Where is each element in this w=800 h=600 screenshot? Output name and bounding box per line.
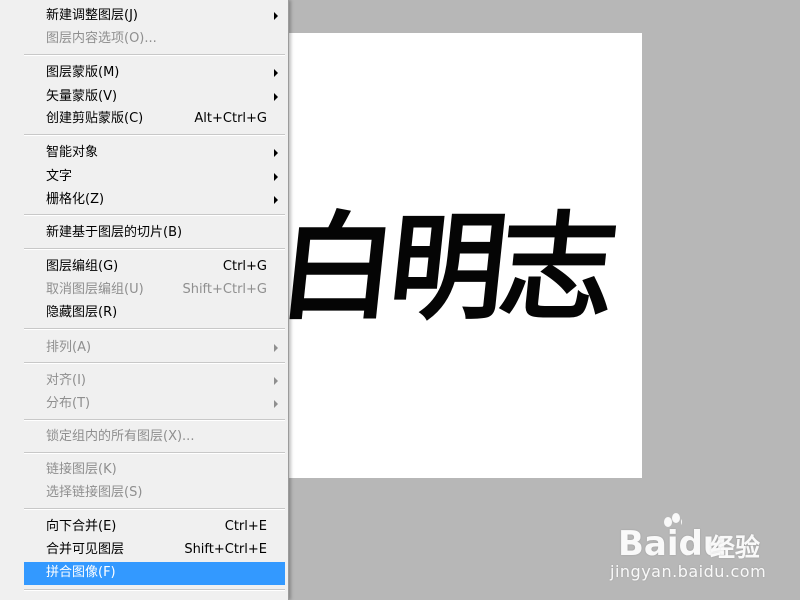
menu-separator: [24, 362, 285, 364]
submenu-arrow-icon: [274, 173, 278, 181]
menu-separator: [24, 419, 285, 421]
menu-separator: [24, 452, 285, 454]
menu-item-create-clipping-mask[interactable]: 创建剪贴蒙版(C) Alt+Ctrl+G: [24, 108, 285, 130]
submenu-arrow-icon: [274, 344, 278, 352]
menu-item-new-layer-based-slice[interactable]: 新建基于图层的切片(B): [24, 222, 285, 244]
menu-item-smart-object[interactable]: 智能对象: [24, 142, 285, 164]
menu-icon-gutter: [0, 0, 24, 600]
menu-item-merge-down[interactable]: 向下合并(E) Ctrl+E: [24, 516, 285, 538]
submenu-arrow-icon: [274, 12, 278, 20]
submenu-arrow-icon: [274, 149, 278, 157]
menu-item-hide-layers[interactable]: 隐藏图层(R): [24, 302, 285, 324]
menu-separator: [24, 54, 285, 56]
menu-item-layer-content-options[interactable]: 图层内容选项(O)...: [24, 28, 285, 50]
calligraphy-text: 白明志: [272, 200, 618, 336]
menu-item-lock-all-layers-in-group[interactable]: 锁定组内的所有图层(X)...: [24, 426, 285, 448]
baidu-jingyan-watermark: Baidu 经验 jingyan.baidu.com: [610, 512, 790, 592]
menu-item-arrange[interactable]: 排列(A): [24, 337, 285, 359]
menu-separator: [24, 328, 285, 330]
menu-item-distribute[interactable]: 分布(T): [24, 393, 285, 415]
menu-item-rasterize[interactable]: 栅格化(Z): [24, 189, 285, 211]
watermark-product: 经验: [710, 533, 761, 562]
menu-item-ungroup-layers[interactable]: 取消图层编组(U) Shift+Ctrl+G: [24, 279, 285, 301]
menu-item-select-linked-layers[interactable]: 选择链接图层(S): [24, 482, 285, 504]
layer-context-menu: 新建调整图层(J) 图层内容选项(O)... 图层蒙版(M) 矢量蒙版(V) 创…: [0, 0, 289, 600]
submenu-arrow-icon: [274, 377, 278, 385]
document-canvas[interactable]: 白明志: [260, 33, 642, 478]
menu-separator: [24, 248, 285, 250]
menu-separator: [24, 134, 285, 136]
submenu-arrow-icon: [274, 400, 278, 408]
menu-item-link-layers[interactable]: 链接图层(K): [24, 459, 285, 481]
menu-separator: [24, 589, 285, 591]
watermark-url: jingyan.baidu.com: [610, 562, 767, 581]
menu-item-flatten-image[interactable]: 拼合图像(F): [24, 562, 285, 585]
menu-item-merge-visible[interactable]: 合并可见图层 Shift+Ctrl+E: [24, 539, 285, 561]
menu-separator: [24, 508, 285, 510]
menu-item-group-layers[interactable]: 图层编组(G) Ctrl+G: [24, 256, 285, 278]
submenu-arrow-icon: [274, 93, 278, 101]
menu-item-align[interactable]: 对齐(I): [24, 370, 285, 392]
menu-item-vector-mask[interactable]: 矢量蒙版(V): [24, 86, 285, 108]
menu-item-type[interactable]: 文字: [24, 166, 285, 188]
menu-separator: [24, 214, 285, 216]
menu-item-new-adjustment-layer[interactable]: 新建调整图层(J): [24, 5, 285, 27]
submenu-arrow-icon: [274, 196, 278, 204]
submenu-arrow-icon: [274, 69, 278, 77]
menu-item-layer-mask[interactable]: 图层蒙版(M): [24, 62, 285, 84]
